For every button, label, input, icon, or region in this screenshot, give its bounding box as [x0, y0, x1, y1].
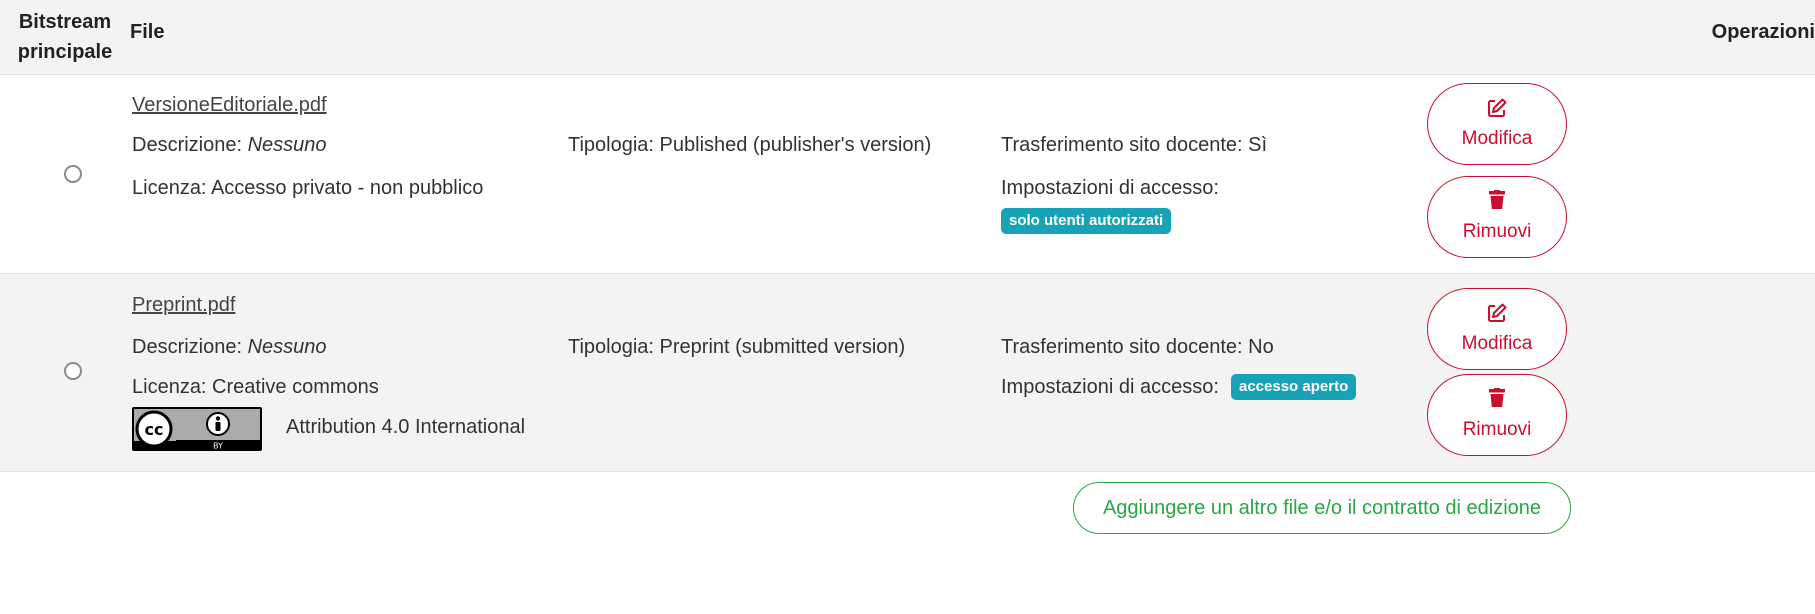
svg-text:cc: cc — [145, 420, 164, 439]
table-header: Bitstream principale File Operazioni — [0, 0, 1815, 75]
edit-button[interactable]: Modifica — [1427, 83, 1567, 165]
description-value: Nessuno — [247, 134, 327, 156]
primary-bitstream-radio[interactable] — [64, 362, 82, 380]
header-operazioni: Operazioni — [1711, 21, 1815, 43]
access-badge: accesso aperto — [1231, 374, 1357, 400]
header-file: File — [130, 21, 165, 43]
description: Descrizione: Nessuno — [132, 133, 327, 157]
trasferimento-text: Trasferimento sito docente: No — [1001, 336, 1274, 358]
svg-text:BY: BY — [213, 442, 223, 451]
access-settings-label: Impostazioni di accesso: — [1001, 177, 1219, 199]
pencil-square-icon — [1486, 97, 1508, 124]
remove-button[interactable]: Rimuovi — [1427, 176, 1567, 258]
pencil-square-icon — [1486, 302, 1508, 329]
trasferimento-text: Trasferimento sito docente: Sì — [1001, 134, 1268, 156]
edit-button[interactable]: Modifica — [1427, 288, 1567, 370]
bitstream-table: Bitstream principale File Operazioni Ver… — [0, 0, 1815, 614]
trash-icon — [1488, 388, 1506, 413]
edit-button-label: Modifica — [1461, 128, 1533, 149]
access-badge: solo utenti autorizzati — [1001, 208, 1172, 234]
header-bitstream-principale: Bitstream principale — [17, 11, 113, 63]
primary-bitstream-radio[interactable] — [64, 165, 82, 183]
table-row: VersioneEditoriale.pdf Descrizione: Ness… — [0, 75, 1815, 274]
edit-button-label: Modifica — [1461, 333, 1533, 354]
remove-button-label: Rimuovi — [1462, 221, 1532, 242]
license-text: Licenza: Accesso privato - non pubblico — [132, 177, 484, 199]
file-link[interactable]: VersioneEditoriale.pdf — [132, 93, 327, 117]
tipologia-text: Tipologia: Preprint (submitted version) — [568, 336, 906, 358]
table-footer: Aggiungere un altro file e/o il contratt… — [0, 472, 1815, 614]
license-name: Attribution 4.0 International — [286, 416, 526, 438]
access-settings-label: Impostazioni di accesso: — [1001, 376, 1219, 398]
cc-by-icon: cc BY — [132, 407, 262, 451]
add-file-button[interactable]: Aggiungere un altro file e/o il contratt… — [1073, 482, 1571, 534]
description: Descrizione: Nessuno — [132, 335, 327, 359]
description-value: Nessuno — [247, 336, 327, 358]
tipologia-text: Tipologia: Published (publisher's versio… — [568, 134, 932, 156]
remove-button-label: Rimuovi — [1462, 419, 1532, 440]
file-link[interactable]: Preprint.pdf — [132, 293, 235, 317]
license-text: Licenza: Creative commons — [132, 376, 379, 398]
trash-icon — [1488, 190, 1506, 215]
description-label: Descrizione: — [132, 134, 243, 156]
remove-button[interactable]: Rimuovi — [1427, 374, 1567, 456]
description-label: Descrizione: — [132, 336, 243, 358]
table-row: Preprint.pdf Descrizione: Nessuno Licenz… — [0, 274, 1815, 472]
